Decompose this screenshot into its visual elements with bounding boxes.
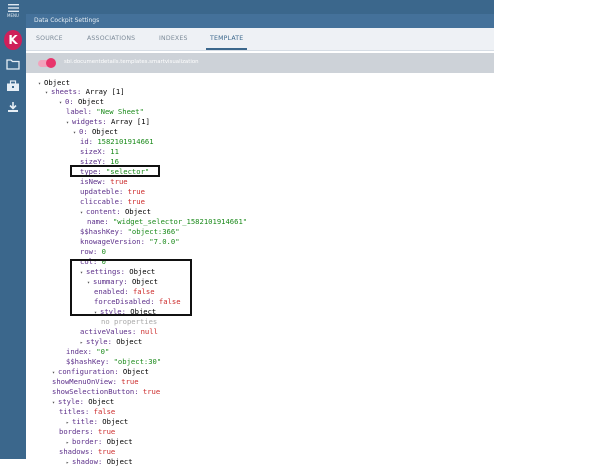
tree-key: knowageVersion — [80, 237, 141, 246]
tree-key: style — [86, 337, 108, 346]
tree-value: Object — [122, 367, 149, 376]
tree-value: null — [140, 327, 158, 336]
smart-visualization-row: sbi.documentdetails.templates.smartvisua… — [26, 53, 494, 73]
tree-value: "object:30" — [113, 357, 162, 366]
window-titlebar: Data Cockpit Settings — [26, 14, 494, 28]
tree-value: Object — [77, 97, 104, 106]
tree-value: Object — [124, 207, 151, 216]
tree-value: Object — [106, 457, 133, 466]
tree-node: index: "0" — [66, 347, 110, 356]
tree-key: showSelectionButton — [52, 387, 135, 396]
tree-node: label: "New Sheet" — [66, 107, 144, 116]
left-rail: MENU K — [0, 0, 26, 459]
tree-node: sizeX: 11 — [80, 147, 119, 156]
tree-value: true — [97, 447, 116, 456]
tree-value: Object — [91, 127, 118, 136]
tab-bar: SOURCE ASSOCIATIONS INDEXES TEMPLATE — [26, 28, 494, 51]
tree-value: "widget_selector_1582101914661" — [112, 217, 248, 226]
tree-key: titles — [59, 407, 85, 416]
tree-value: Array [1] — [110, 117, 150, 126]
tree-node: isNew: true — [80, 177, 128, 186]
tree-value: Object — [88, 397, 115, 406]
tree-value: "7.0.0" — [149, 237, 180, 246]
menu-button[interactable]: MENU — [0, 4, 26, 18]
tree-key: showMenuOnView — [52, 377, 113, 386]
tree-key: shadow — [72, 457, 98, 466]
tree-key: activeValues — [80, 327, 132, 336]
tree-node: $$hashKey: "object:30" — [66, 357, 162, 366]
tree-node: titles: false — [59, 407, 116, 416]
download-icon[interactable] — [6, 101, 20, 113]
tree-value: 11 — [110, 147, 119, 156]
tree-value: true — [97, 427, 116, 436]
tree-value: true — [121, 377, 139, 386]
tree-node: name: "widget_selector_1582101914661" — [87, 217, 248, 226]
tree-value: Object — [116, 337, 143, 346]
tree-key: cliccable — [80, 197, 119, 206]
tree-value: "0" — [96, 347, 110, 356]
tab-associations[interactable]: ASSOCIATIONS — [87, 28, 135, 50]
tree-value: Object — [106, 437, 133, 446]
tree-key: configuration — [58, 367, 115, 376]
tree-value: 1582101914661 — [97, 137, 154, 146]
tree-value: "object:366" — [127, 227, 180, 236]
tree-key: title — [72, 417, 94, 426]
tab-indexes[interactable]: INDEXES — [159, 28, 188, 50]
tree-node: $$hashKey: "object:366" — [80, 227, 180, 236]
tree-key: index — [66, 347, 88, 356]
hamburger-icon — [7, 4, 19, 12]
tree-key: isNew — [80, 177, 102, 186]
tree-key: $$hashKey — [66, 357, 105, 366]
tree-key: sheets — [51, 87, 77, 96]
tree-value: 0 — [101, 247, 106, 256]
tree-node: id: 1582101914661 — [80, 137, 154, 146]
tree-node: updateble: true — [80, 187, 145, 196]
tree-node: showMenuOnView: true — [52, 377, 139, 386]
briefcase-icon[interactable] — [6, 80, 20, 92]
tree-node: borders: true — [59, 427, 116, 436]
tree-value: true — [110, 177, 128, 186]
tree-key: widgets — [72, 117, 103, 126]
tree-value: true — [142, 387, 161, 396]
tree-value: Array [1] — [85, 87, 125, 96]
tree-key: row — [80, 247, 93, 256]
tree-key: no properties — [101, 317, 158, 326]
tree-key: $$hashKey — [80, 227, 119, 236]
tree-value: true — [127, 197, 145, 206]
tree-key: name — [87, 217, 105, 226]
window-title: Data Cockpit Settings — [34, 17, 100, 24]
tree-key: sizeX — [80, 147, 102, 156]
tree-key: shadows — [59, 447, 90, 456]
tree-key: Object — [44, 78, 70, 87]
menu-label: MENU — [7, 13, 19, 18]
highlight-settings-box — [70, 259, 192, 316]
tree-key: borders — [59, 427, 90, 436]
tree-node: shadows: true — [59, 447, 116, 456]
tree-value: "New Sheet" — [96, 107, 144, 116]
tab-template[interactable]: TEMPLATE — [206, 28, 248, 50]
tree-node: row: 0 — [80, 247, 106, 256]
tree-key: label — [66, 107, 88, 116]
knowage-logo[interactable]: K — [4, 30, 22, 50]
tab-source[interactable]: SOURCE — [36, 28, 63, 50]
tree-key: style — [58, 397, 80, 406]
folder-icon[interactable] — [6, 58, 20, 70]
tree-node: activeValues: null — [80, 327, 158, 336]
tree-node: no properties — [101, 317, 157, 326]
tree-value: Object — [102, 417, 129, 426]
toggle-label: sbi.documentdetails.templates.smartvisua… — [64, 59, 199, 65]
tree-key: id — [80, 137, 89, 146]
tree-value: false — [93, 407, 116, 416]
tree-node: knowageVersion: "7.0.0" — [80, 237, 180, 246]
tree-key: updateble — [80, 187, 119, 196]
tree-node: cliccable: true — [80, 197, 145, 206]
app-header — [26, 0, 494, 14]
tree-node: showSelectionButton: true — [52, 387, 161, 396]
toggle-knob[interactable] — [46, 58, 56, 68]
tree-key: content — [86, 207, 117, 216]
highlight-type-box — [70, 165, 160, 177]
tree-value: true — [127, 187, 145, 196]
tree-key: border — [72, 437, 98, 446]
